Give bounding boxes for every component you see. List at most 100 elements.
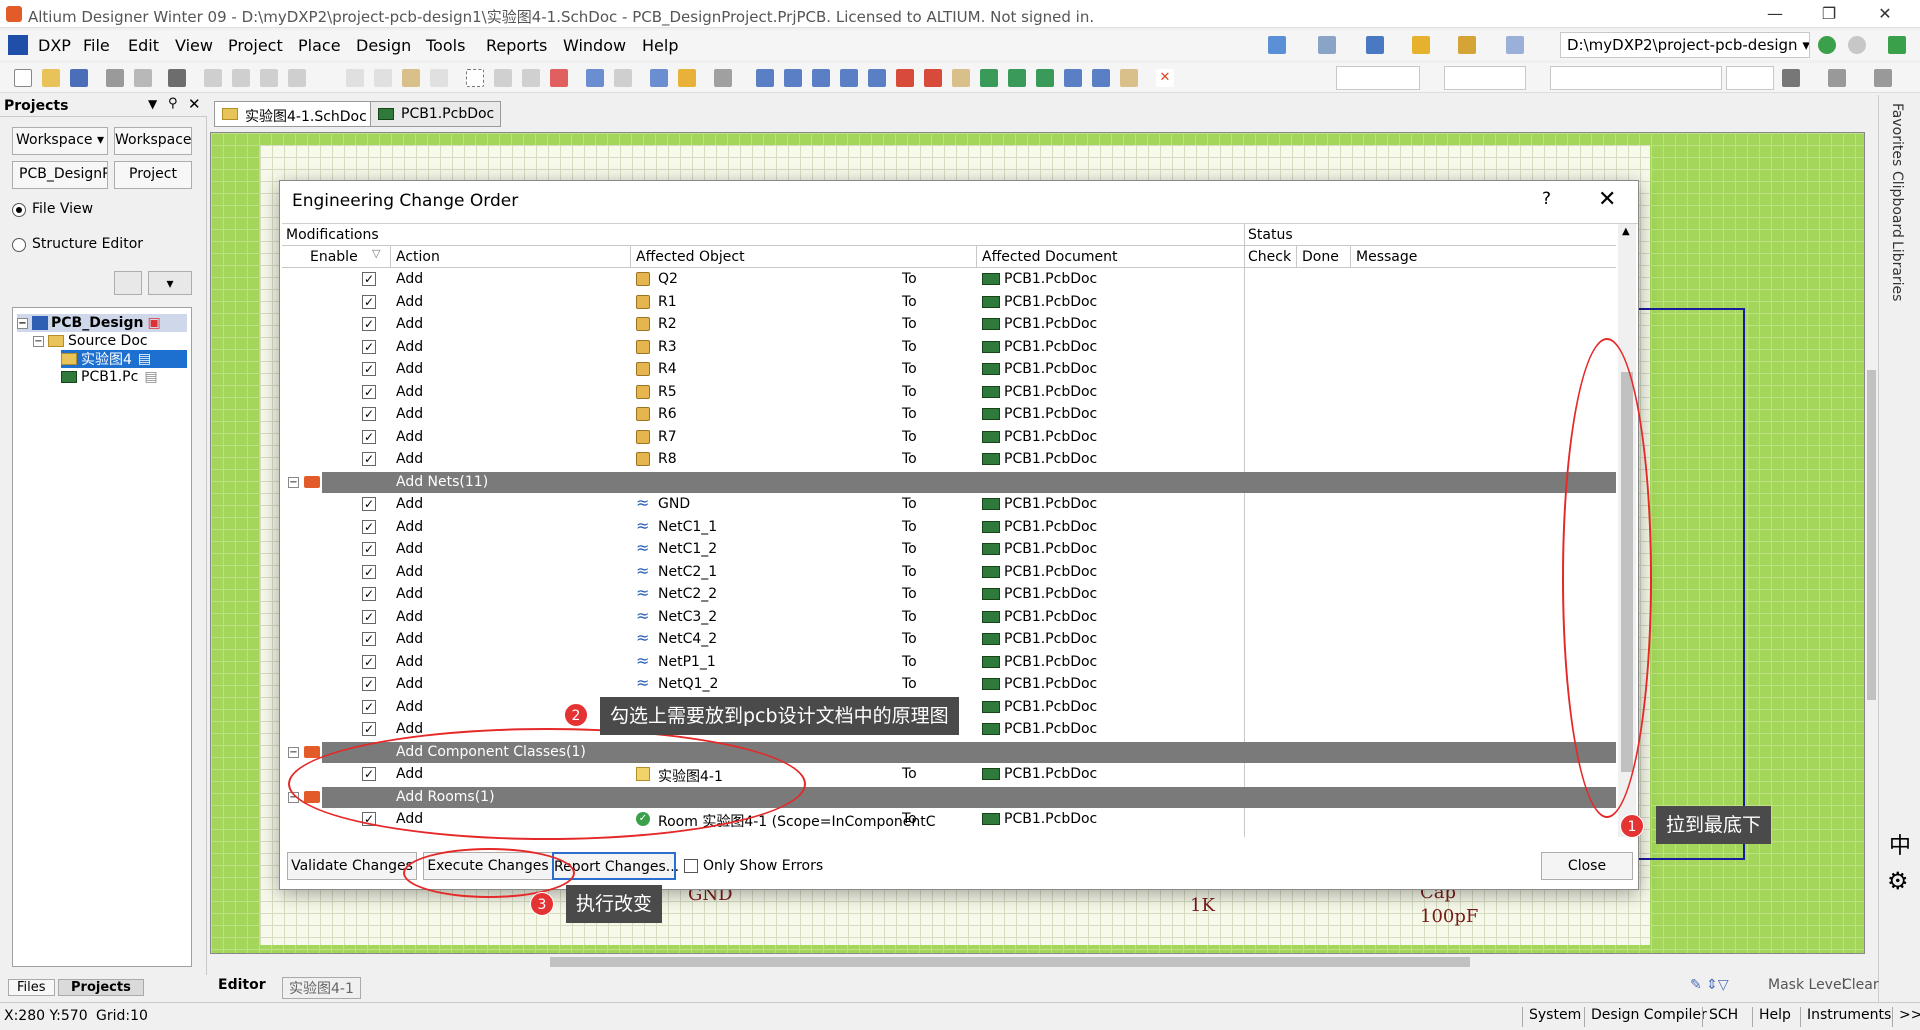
enable-column-header[interactable]: Enable [310, 249, 358, 265]
harness-connector-icon[interactable] [1064, 69, 1082, 87]
wiring-tool-icon[interactable] [1268, 36, 1286, 54]
dialog-close-button[interactable]: Close [1541, 852, 1633, 880]
deselect-icon[interactable] [522, 69, 540, 87]
menu-edit[interactable]: Edit [128, 36, 159, 55]
device-sheet-icon[interactable] [1036, 69, 1054, 87]
canvas-vertical-scrollbar[interactable] [1865, 132, 1878, 954]
enable-checkbox[interactable]: ✓ [362, 519, 376, 534]
editor-tab[interactable]: Editor [218, 977, 266, 993]
ecm-row[interactable]: ✓ Add ≈ NetP1_1 To PCB1.PcbDoc [282, 651, 1616, 674]
tab-schdoc[interactable]: 实验图4-1.SchDoc [214, 101, 374, 127]
menu-project[interactable]: Project [228, 36, 283, 55]
tree-schdoc[interactable]: 实验图4 ▤ [61, 350, 187, 368]
toolbar-combo-1[interactable] [1336, 66, 1420, 90]
pin-icon[interactable]: ⚲ [168, 96, 178, 111]
enable-checkbox[interactable]: ✓ [362, 497, 376, 511]
settings-gear-icon[interactable]: ⚙ [1887, 867, 1909, 895]
enable-checkbox[interactable]: ✓ [362, 339, 376, 354]
action-column-header[interactable]: Action [396, 249, 440, 265]
enable-checkbox[interactable]: ✓ [362, 407, 376, 421]
check-column-header[interactable]: Check [1248, 249, 1291, 265]
canvas-hscroll-thumb[interactable] [550, 957, 1470, 967]
workspace-combo[interactable]: Workspace ▾ [12, 127, 108, 155]
ecm-row[interactable]: ✓ Add R1 To PCB1.PcbDoc [282, 291, 1616, 314]
status-system-button[interactable]: System [1522, 1007, 1587, 1027]
minimize-button[interactable]: — [1752, 2, 1798, 26]
bus-entry-icon[interactable] [840, 69, 858, 87]
enable-checkbox[interactable]: ✓ [362, 587, 376, 601]
tree-source-folder[interactable]: − Source Doc [33, 332, 148, 350]
affected-document-column-header[interactable]: Affected Document [982, 249, 1118, 265]
grid-icon[interactable] [1506, 36, 1524, 54]
browse-library-icon[interactable] [714, 69, 732, 87]
menu-file[interactable]: File [83, 36, 110, 55]
ecm-row[interactable]: ✓ Add R5 To PCB1.PcbDoc [282, 381, 1616, 404]
enable-checkbox[interactable]: ✓ [362, 609, 376, 624]
no-erc-icon[interactable]: ✕ [1156, 69, 1174, 87]
project-combo[interactable]: PCB_DesignPr [12, 161, 108, 189]
cut-icon[interactable] [346, 69, 364, 87]
ecm-row[interactable]: ✓ Add R3 To PCB1.PcbDoc [282, 336, 1616, 359]
validate-changes-button[interactable]: Validate Changes [287, 852, 417, 880]
zoom-fit-icon[interactable] [204, 69, 222, 87]
tab-libraries[interactable]: Libraries [1889, 241, 1905, 301]
canvas-horizontal-scrollbar[interactable] [210, 954, 1865, 970]
ecm-row[interactable]: ✓ Add ≈ NetQ1_2 To PCB1.PcbDoc [282, 673, 1616, 696]
enable-checkbox[interactable]: ✓ [362, 294, 376, 309]
sheet-symbol-tool-icon[interactable] [980, 69, 998, 87]
workspace-button[interactable]: Workspace [114, 127, 192, 155]
enable-checkbox[interactable]: ✓ [362, 677, 376, 691]
status-design-compiler-button[interactable]: Design Compiler [1584, 1007, 1713, 1027]
only-show-errors-checkbox[interactable] [684, 859, 698, 873]
restore-button[interactable]: ❐ [1806, 2, 1852, 26]
menu-place[interactable]: Place [298, 36, 341, 55]
affected-object-column-header[interactable]: Affected Object [636, 249, 745, 265]
sheet-entry-icon[interactable] [1008, 69, 1026, 87]
print-preview-icon[interactable] [134, 69, 152, 87]
structure-editor-radio[interactable] [12, 238, 26, 252]
collapse-icon[interactable]: − [17, 317, 28, 329]
new-file-icon[interactable] [14, 69, 32, 87]
file-view-radio[interactable] [12, 203, 26, 217]
ecm-row[interactable]: ✓ Add Q2 To PCB1.PcbDoc [282, 268, 1616, 291]
menu-design[interactable]: Design [356, 36, 411, 55]
vcc-port-icon[interactable] [924, 69, 942, 87]
status-instruments-button[interactable]: Instruments [1800, 1007, 1897, 1027]
harness-entry-icon[interactable] [1092, 69, 1110, 87]
enable-checkbox[interactable]: ✓ [362, 632, 376, 646]
enable-checkbox[interactable]: ✓ [362, 384, 376, 399]
rubber-stamp-icon[interactable] [430, 69, 448, 87]
sort-icon[interactable] [1874, 69, 1892, 87]
files-tab[interactable]: Files [8, 979, 55, 996]
ecm-row[interactable]: ✓ Add R6 To PCB1.PcbDoc [282, 403, 1616, 426]
tab-favorites[interactable]: Favorites [1889, 103, 1905, 166]
home-icon[interactable] [1888, 36, 1906, 54]
path-combo[interactable]: D:\myDXP2\project-pcb-design ▾ [1560, 32, 1810, 58]
mask-level-button[interactable]: Mask Level [1768, 977, 1845, 993]
collapse-icon[interactable]: − [288, 746, 299, 758]
dialog-close-icon[interactable]: ✕ [1598, 187, 1616, 212]
ecm-row[interactable]: ✓ Add ≈ NetC1_1 To PCB1.PcbDoc [282, 516, 1616, 539]
status-more-button[interactable]: >> [1892, 1007, 1920, 1027]
mask-tools-icon[interactable]: ✎ ⇕▽ [1690, 977, 1729, 993]
select-area-icon[interactable] [466, 69, 484, 87]
zoom-area-icon[interactable] [232, 69, 250, 87]
enable-checkbox[interactable]: ✓ [362, 362, 376, 376]
distribute-icon[interactable] [1828, 69, 1846, 87]
ecm-row[interactable]: ✓ Add R8 To PCB1.PcbDoc [282, 448, 1616, 471]
enable-checkbox[interactable]: ✓ [362, 272, 376, 286]
cross-probe-icon[interactable] [678, 69, 696, 87]
toolbar-combo-3[interactable] [1550, 66, 1722, 90]
enable-checkbox[interactable]: ✓ [362, 722, 376, 736]
signal-harness-icon[interactable] [812, 69, 830, 87]
ecm-row[interactable]: ✓ Add ≈ NetC2_2 To PCB1.PcbDoc [282, 583, 1616, 606]
status-help-button[interactable]: Help [1752, 1007, 1797, 1027]
enable-checkbox[interactable]: ✓ [362, 452, 376, 466]
tab-clipboard[interactable]: Clipboard [1889, 171, 1905, 238]
clear-filter-icon[interactable] [550, 69, 568, 87]
tab-pcbdoc[interactable]: PCB1.PcbDoc [370, 101, 502, 127]
enable-checkbox[interactable]: ✓ [362, 429, 376, 444]
hierarchy-icon[interactable] [650, 69, 668, 87]
ecm-row[interactable]: ✓ Add ≈ NetC1_2 To PCB1.PcbDoc [282, 538, 1616, 561]
enable-checkbox[interactable]: ✓ [362, 542, 376, 556]
